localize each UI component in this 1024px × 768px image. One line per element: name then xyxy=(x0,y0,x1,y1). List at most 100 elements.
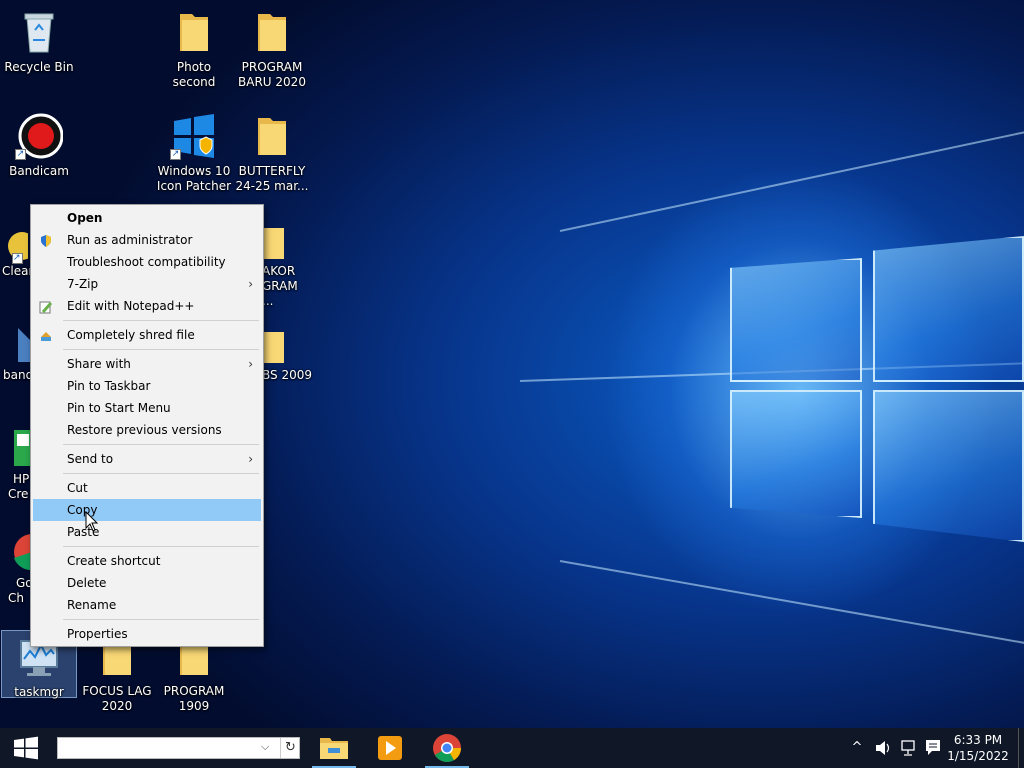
windows-start-icon xyxy=(14,736,38,760)
desktop-icon-bandicam[interactable]: ↗ Bandicam xyxy=(1,112,77,179)
desktop-icon-label: HP Cre xyxy=(8,472,30,501)
desktop-icon-label: taskmgr xyxy=(14,685,64,699)
menu-item-pin-to-start-menu[interactable]: Pin to Start Menu xyxy=(33,397,261,419)
menu-item-troubleshoot-compatibility[interactable]: Troubleshoot compatibility xyxy=(33,251,261,273)
folder-icon xyxy=(262,216,286,264)
folder-icon xyxy=(248,112,296,160)
wallpaper-pane xyxy=(730,258,862,382)
desktop-icon-label: PROGRAM BARU 2020 xyxy=(238,60,306,89)
menu-item-delete[interactable]: Delete xyxy=(33,572,261,594)
menu-item-label: Edit with Notepad++ xyxy=(67,299,195,313)
desktop-icon-windows10-icon-patcher[interactable]: ↗ Windows 10 Icon Patcher xyxy=(156,112,232,194)
menu-separator xyxy=(63,619,259,620)
submenu-arrow-icon: › xyxy=(248,277,253,291)
menu-item-copy[interactable]: Copy xyxy=(33,499,261,521)
menu-item-label: 7-Zip xyxy=(67,277,99,291)
menu-separator xyxy=(63,349,259,350)
menu-item-label: Restore previous versions xyxy=(67,423,222,437)
desktop-icon-label: Photo second xyxy=(172,60,216,89)
bandicam-icon: ↗ xyxy=(15,112,63,160)
menu-item-label: Rename xyxy=(67,598,117,612)
windows-logo-icon: ↗ xyxy=(170,112,218,160)
menu-item-7zip[interactable]: 7-Zip › xyxy=(33,273,261,295)
desktop-icon-butterfly[interactable]: BUTTERFLY 24-25 mar... xyxy=(234,112,310,194)
show-desktop-button[interactable] xyxy=(1018,728,1024,768)
volume-icon[interactable] xyxy=(872,728,894,768)
folder-icon xyxy=(248,8,296,56)
desktop-icon-akor-gram[interactable]: AKOR GRAM ... xyxy=(262,216,312,309)
show-hidden-icons-chevron[interactable]: ^ xyxy=(848,728,866,768)
app-icon: ↗ xyxy=(0,216,28,264)
shredder-icon xyxy=(39,328,53,342)
menu-item-completely-shred-file[interactable]: Completely shred file xyxy=(33,324,261,346)
search-input[interactable] xyxy=(62,739,252,757)
menu-item-rename[interactable]: Rename xyxy=(33,594,261,616)
clock-time: 6:33 PM xyxy=(953,733,1003,747)
wallpaper-beam xyxy=(559,126,1024,232)
menu-separator xyxy=(63,473,259,474)
menu-separator xyxy=(63,444,259,445)
menu-item-label: Pin to Start Menu xyxy=(67,401,171,415)
taskbar-media-player[interactable] xyxy=(366,728,414,768)
desktop-icon-photo-second[interactable]: Photo second xyxy=(156,8,232,90)
menu-item-restore-previous-versions[interactable]: Restore previous versions xyxy=(33,419,261,441)
address-search-box[interactable]: ⌵ ↻ xyxy=(57,737,300,759)
file-explorer-icon xyxy=(320,738,348,759)
menu-item-label: Create shortcut xyxy=(67,554,161,568)
menu-item-label: Completely shred file xyxy=(67,328,195,342)
start-button[interactable] xyxy=(0,728,52,768)
media-player-icon xyxy=(378,736,402,760)
menu-item-label: Send to xyxy=(67,452,114,466)
menu-item-open[interactable]: Open xyxy=(33,207,261,229)
desktop-icon-label: BUTTERFLY 24-25 mar... xyxy=(235,164,309,193)
submenu-arrow-icon: › xyxy=(248,452,253,466)
folder-icon xyxy=(170,8,218,56)
recycle-bin-icon xyxy=(15,8,63,56)
desktop-icon-label: Recycle Bin xyxy=(4,60,74,74)
desktop-icon-program-baru-2020[interactable]: PROGRAM BARU 2020 xyxy=(234,8,310,90)
taskbar-google-chrome[interactable] xyxy=(423,728,471,768)
chrome-icon xyxy=(8,528,32,576)
menu-item-share-with[interactable]: Share with › xyxy=(33,353,261,375)
shortcut-arrow-icon: ↗ xyxy=(170,149,181,160)
system-clock[interactable]: 6:33 PM 1/15/2022 xyxy=(944,732,1012,764)
taskbar: ⌵ ↻ ^ 6:33 PM 1/15/2022 xyxy=(0,728,1024,768)
desktop-icon-label: AKOR GRAM ... xyxy=(262,264,298,308)
context-menu: Open Run as administrator Troubleshoot c… xyxy=(30,204,264,647)
menu-item-create-shortcut[interactable]: Create shortcut xyxy=(33,550,261,572)
clock-date: 1/15/2022 xyxy=(947,749,1009,763)
action-center-icon[interactable] xyxy=(922,728,944,768)
wallpaper-pane xyxy=(730,390,862,518)
network-icon[interactable] xyxy=(898,728,920,768)
wallpaper-pane xyxy=(873,236,1024,382)
menu-item-label: Cut xyxy=(67,481,88,495)
menu-item-send-to[interactable]: Send to › xyxy=(33,448,261,470)
menu-item-cut[interactable]: Cut xyxy=(33,477,261,499)
wallpaper-beam xyxy=(559,560,1024,646)
desktop-icon-recycle-bin[interactable]: Recycle Bin xyxy=(1,8,77,75)
desktop-icon-label: Go Ch xyxy=(8,576,33,605)
desktop-icon-label: Clear xyxy=(2,264,34,278)
folder-icon xyxy=(262,320,286,368)
menu-item-properties[interactable]: Properties xyxy=(33,623,261,645)
desktop-icon-bs-2009[interactable]: BS 2009 xyxy=(262,320,312,383)
refresh-icon[interactable]: ↻ xyxy=(280,738,300,758)
menu-item-paste[interactable]: Paste xyxy=(33,521,261,543)
menu-item-label: Share with xyxy=(67,357,131,371)
menu-item-edit-with-notepadpp[interactable]: Edit with Notepad++ xyxy=(33,295,261,317)
dropdown-arrow-icon[interactable]: ⌵ xyxy=(261,740,269,754)
menu-item-label: Open xyxy=(67,211,103,225)
menu-item-pin-to-taskbar[interactable]: Pin to Taskbar xyxy=(33,375,261,397)
wallpaper-pane xyxy=(873,390,1024,542)
menu-item-label: Troubleshoot compatibility xyxy=(67,255,226,269)
app-icon xyxy=(8,424,32,472)
app-icon xyxy=(0,320,30,368)
desktop-icon-label: PROGRAM 1909 xyxy=(163,684,225,713)
desktop-icon-label: band xyxy=(3,368,34,382)
desktop-icon-label: Bandicam xyxy=(9,164,69,178)
taskbar-file-explorer[interactable] xyxy=(310,728,358,768)
menu-item-run-as-administrator[interactable]: Run as administrator xyxy=(33,229,261,251)
menu-item-label: Run as administrator xyxy=(67,233,193,247)
chrome-icon xyxy=(433,734,461,762)
shortcut-arrow-icon: ↗ xyxy=(12,253,23,264)
